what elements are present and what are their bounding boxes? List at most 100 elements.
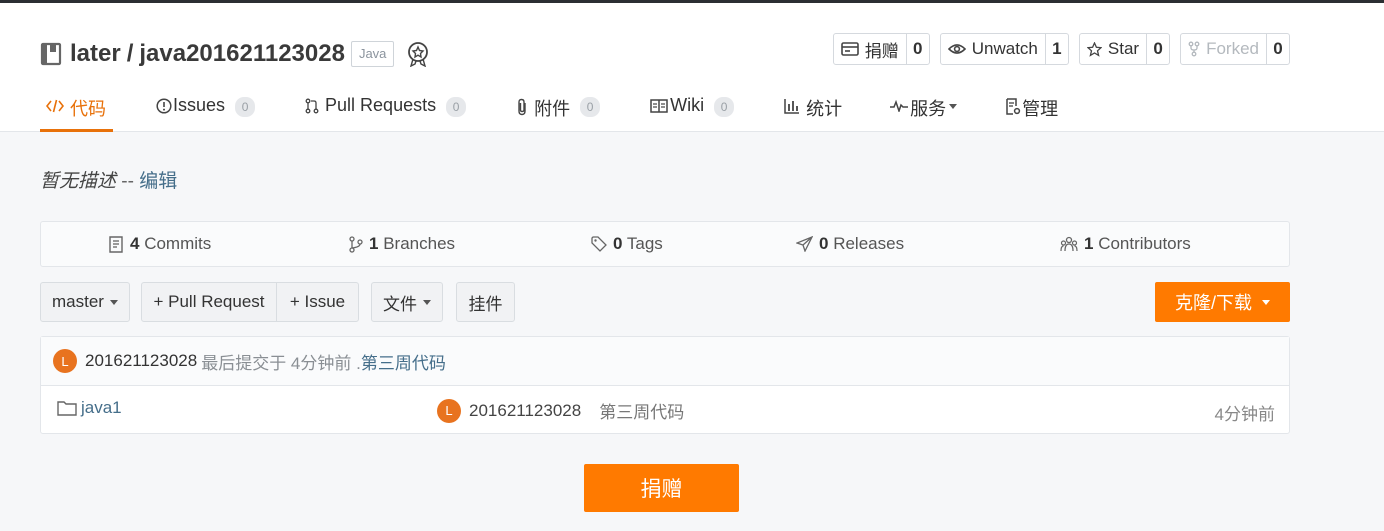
code-icon [46,98,64,114]
issues-count-badge: 0 [235,97,256,117]
file-name-link[interactable]: java1 [57,398,122,418]
files-dropdown-label: 文件 [383,294,417,314]
award-icon[interactable] [406,41,430,67]
file-list: L 201621123028 最后提交于 4分钟前 . 第三周代码 java1 … [40,336,1290,434]
commit-author[interactable]: 201621123028 [85,351,197,371]
commits-count: 4 [130,234,140,253]
repo-separator: / [126,40,134,67]
watch-action[interactable]: Unwatch 1 [939,33,1069,65]
watch-count[interactable]: 1 [1044,34,1068,64]
repo-owner-link[interactable]: later [70,40,121,68]
contributors-label: Contributors [1098,234,1191,253]
table-row[interactable]: java1 L 201621123028 第三周代码 4分钟前 [41,386,1289,434]
repo-tabs: 代码 Issues 0 Pull Requests 0 附件 0 Wiki 0 … [40,91,1058,132]
fork-action-label[interactable]: Forked [1181,34,1266,64]
send-icon [796,236,813,252]
star-action-label[interactable]: Star [1080,34,1146,64]
new-pull-request-button[interactable]: + Pull Request [141,282,277,322]
clone-download-button[interactable]: 克隆/下载 [1155,282,1290,322]
repo-actions: 捐赠 0 Unwatch 1 Star 0 Forked 0 [832,33,1290,65]
tab-statistics[interactable]: 统计 [784,91,842,132]
repo-title: later / java201621123028 Java [40,37,430,71]
tab-pull-requests[interactable]: Pull Requests 0 [305,91,467,132]
branches-count: 1 [369,234,379,253]
bar-chart-icon [784,98,800,114]
stat-commits[interactable]: 4 Commits [108,234,211,254]
star-action[interactable]: Star 0 [1078,33,1171,65]
repo-toolbar: master + Pull Request + Issue 文件 挂件 克隆/下… [40,282,1290,322]
pulse-icon [890,100,909,112]
new-issue-label: + Issue [289,292,346,311]
tags-label: Tags [626,234,663,253]
chevron-down-icon [1262,299,1270,305]
file-commit-message[interactable]: 第三周代码 [599,398,684,423]
watch-action-text: Unwatch [971,39,1038,58]
eye-icon [947,42,966,56]
clone-download-label: 克隆/下载 [1174,293,1252,313]
branch-select[interactable]: master [40,282,130,322]
file-commit-author[interactable]: 201621123028 [469,401,581,421]
releases-label: Releases [833,234,905,253]
repo-description: 暂无描述 -- 编辑 [40,166,177,193]
star-count[interactable]: 0 [1146,34,1169,64]
branch-select-label: master [52,292,104,311]
commits-label: Commits [144,234,212,253]
file-name: java1 [81,398,122,417]
donate-icon [840,42,859,56]
avatar[interactable]: L [53,349,77,373]
releases-count: 0 [819,234,829,253]
stat-branches[interactable]: 1 Branches [349,234,455,254]
stat-releases[interactable]: 0 Releases [796,234,904,254]
tab-code[interactable]: 代码 [40,91,113,132]
tab-statistics-label: 统计 [806,99,843,119]
tab-manage[interactable]: 管理 [1005,91,1058,132]
wiki-count-badge: 0 [714,97,735,117]
fork-icon [1188,41,1200,57]
watch-action-label[interactable]: Unwatch [941,34,1045,64]
repo-name-link[interactable]: java201621123028 [139,40,345,68]
tab-attachments[interactable]: 附件 0 [516,91,601,132]
star-icon [1086,41,1102,57]
issue-icon [156,98,172,114]
donate-button[interactable]: 捐赠 [584,464,739,512]
tab-issues-label: Issues [173,95,226,115]
latest-commit-row: L 201621123028 最后提交于 4分钟前 . 第三周代码 [41,337,1289,386]
commit-message-link[interactable]: 第三周代码 [361,349,446,374]
tab-pull-requests-label: Pull Requests [325,95,437,115]
donate-count[interactable]: 0 [905,34,929,64]
description-dash: -- [121,171,134,192]
tab-issues[interactable]: Issues 0 [156,91,256,132]
stat-contributors[interactable]: 1 Contributors [1060,234,1191,254]
paperclip-icon [516,98,528,116]
language-badge[interactable]: Java [350,41,395,67]
tab-code-label: 代码 [70,99,106,119]
stat-tags[interactable]: 0 Tags [591,234,663,254]
tab-services[interactable]: 服务 [890,91,958,132]
tab-wiki[interactable]: Wiki 0 [650,91,735,132]
star-action-text: Star [1107,39,1140,58]
tags-count: 0 [613,234,623,253]
widget-button[interactable]: 挂件 [456,282,515,322]
pull-request-icon [305,98,319,114]
chevron-down-icon [949,104,958,109]
edit-description-link[interactable]: 编辑 [139,171,177,192]
repo-stats-bar: 4 Commits 1 Branches 0 Tags 0 Releases 1… [40,221,1290,267]
folder-icon [57,400,77,416]
files-dropdown[interactable]: 文件 [371,282,443,322]
donate-action-label[interactable]: 捐赠 [834,34,906,64]
new-issue-button[interactable]: + Issue [276,282,359,322]
avatar[interactable]: L [437,398,461,423]
branch-icon [349,235,363,253]
fork-action[interactable]: Forked 0 [1180,33,1290,65]
settings-doc-icon [1005,98,1021,115]
book-open-icon [650,99,668,113]
donate-action[interactable]: 捐赠 0 [832,33,930,65]
tab-attachments-label: 附件 [534,99,571,119]
donate-action-text: 捐赠 [864,41,899,61]
description-text: 暂无描述 [40,171,117,192]
tab-services-label: 服务 [910,99,947,119]
fork-count[interactable]: 0 [1266,34,1289,64]
tab-wiki-label: Wiki [670,95,705,115]
fork-action-text: Forked [1206,39,1259,58]
tab-manage-label: 管理 [1022,99,1059,119]
